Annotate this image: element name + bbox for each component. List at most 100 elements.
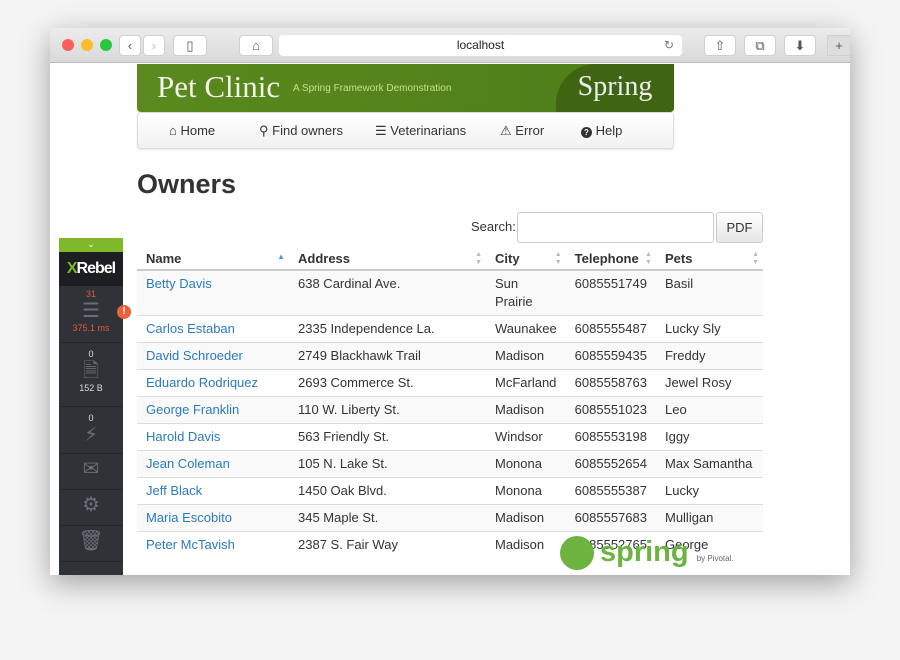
io-section[interactable]: 0 🗎︎ 152 B [59, 343, 123, 407]
url-text: localhost [456, 38, 505, 52]
cell-text: 6085558763 [574, 375, 647, 390]
share-icon[interactable]: ⇧ [704, 35, 736, 56]
header-label: Pets [664, 251, 693, 266]
owner-link[interactable]: Carlos Estaban [146, 321, 235, 336]
cell-city: Monona [486, 450, 566, 478]
page-title: Owners [137, 169, 237, 199]
mail-section[interactable]: ✉︎ [59, 454, 123, 490]
cell-text: 638 Cardinal Ave. [298, 276, 401, 291]
gear-icon: ⚙︎ [82, 494, 100, 516]
column-header-name[interactable]: Name ▲ [137, 248, 289, 271]
cell-pets: Mulligan [655, 504, 763, 532]
cell-address: 2693 Commerce St. [289, 369, 486, 397]
cell-telephone: 6085558763 [565, 369, 656, 397]
database-icon: ☰ [82, 300, 100, 322]
nav-error[interactable]: ⚠ Error [500, 123, 544, 139]
trash-section[interactable]: 🗑︎ [59, 526, 123, 562]
back-button[interactable]: ‹ [119, 35, 141, 56]
home-icon[interactable]: ⌂ [239, 35, 273, 56]
cell-name: Carlos Estaban [137, 315, 289, 343]
maximize-button[interactable] [100, 39, 112, 51]
column-header-address[interactable]: Address ▲ ▼ [289, 248, 486, 271]
table-row: Carlos Estaban 2335 Independence La. Wauna… [137, 315, 763, 343]
cell-text: 1450 Oak Blvd. [298, 483, 387, 498]
owner-link[interactable]: David Schroeder [146, 348, 243, 363]
cell-text: 105 N. Lake St. [298, 456, 388, 471]
xrebel-panel: ⌄ XRebel 31 ☰ 375.1 ms 0 🗎︎ 152 B 0 ⚡︎ ✉… [59, 238, 123, 575]
new-tab-button[interactable]: + [827, 35, 850, 56]
tabs-icon[interactable]: ⧉ [744, 35, 776, 56]
sidebar-icon[interactable]: ▯ [173, 35, 207, 56]
async-count: 0 [88, 413, 94, 423]
cell-city: Sun Prairie [486, 269, 566, 316]
cell-text: 6085555487 [574, 321, 647, 336]
xrebel-logo: XRebel [59, 252, 123, 286]
cell-text: Mulligan [664, 510, 714, 525]
alert-icon[interactable]: ! [117, 305, 131, 319]
download-icon[interactable]: ⬇ [784, 35, 816, 56]
cell-text: Sun Prairie [495, 276, 533, 309]
cell-text: Freddy [664, 348, 706, 363]
cell-address: 2387 S. Fair Way [289, 531, 486, 558]
owners-table: Name ▲ Address ▲ ▼ City ▲ ▼ Telephone ▲ ▼ Pets ▲ ▼ Be… [137, 248, 763, 558]
address-bar[interactable]: localhost ↻ [279, 35, 682, 56]
cell-telephone: 6085551749 [565, 269, 656, 316]
cell-pets: Freddy [655, 342, 763, 370]
cell-name: Harold Davis [137, 423, 289, 451]
cell-text: 6085555387 [574, 483, 647, 498]
owner-link[interactable]: Betty Davis [146, 276, 212, 291]
async-section[interactable]: 0 ⚡︎ [59, 407, 123, 454]
site-subtitle: A Spring Framework Demonstration [293, 83, 452, 94]
nav-veterinarians[interactable]: ☰ Veterinarians [375, 123, 466, 139]
cell-city: Madison [486, 396, 566, 424]
nav-find-owners[interactable]: ⚲ Find owners [259, 123, 343, 139]
owner-link[interactable]: Peter McTavish [146, 537, 235, 552]
io-size: 152 B [79, 383, 103, 393]
header-label: Telephone [574, 251, 639, 266]
cell-city: Madison [486, 531, 566, 558]
minimize-button[interactable] [81, 39, 93, 51]
site-title: Pet Clinic [157, 69, 281, 104]
owner-link[interactable]: Eduardo Rodriquez [146, 375, 258, 390]
reload-icon[interactable]: ↻ [664, 35, 674, 56]
column-header-telephone[interactable]: Telephone ▲ ▼ [565, 248, 656, 271]
cell-city: McFarland [486, 369, 566, 397]
nav-label: Error [515, 123, 545, 138]
cell-pets: Jewel Rosy [655, 369, 763, 397]
site-banner: Pet Clinic A Spring Framework Demonstrat… [137, 64, 674, 112]
column-header-city[interactable]: City ▲ ▼ [486, 248, 566, 271]
browser-window: ‹ › ▯ ⌂ localhost ↻ ⇧ ⧉ ⬇ + Pet Clinic A … [50, 28, 850, 575]
cell-text: 6085557683 [574, 510, 647, 525]
owner-link[interactable]: Jeff Black [146, 483, 202, 498]
cell-telephone: 6085555387 [565, 477, 656, 505]
owner-link[interactable]: Harold Davis [146, 429, 220, 444]
close-button[interactable] [62, 39, 74, 51]
cell-address: 105 N. Lake St. [289, 450, 486, 478]
table-row: Maria Escobito 345 Maple St. Madison 608555… [137, 504, 763, 532]
owner-link[interactable]: George Franklin [146, 402, 239, 417]
cell-name: Eduardo Rodriquez [137, 369, 289, 397]
cell-text: 6085551749 [574, 276, 647, 291]
cell-text: Madison [495, 348, 545, 363]
table-row: Harold Davis 563 Friendly St. Windsor 60855… [137, 423, 763, 451]
cell-city: Waunakee [486, 315, 566, 343]
sort-icon: ▲ ▼ [645, 251, 652, 266]
cell-name: Jean Coleman [137, 450, 289, 478]
nav-help[interactable]: ? Help [581, 123, 622, 138]
cell-telephone: 6085557683 [565, 504, 656, 532]
owner-link[interactable]: Jean Coleman [146, 456, 230, 471]
pdf-button[interactable]: PDF [716, 212, 763, 243]
owner-link[interactable]: Maria Escobito [146, 510, 232, 525]
cell-text: 6085551023 [574, 402, 647, 417]
forward-button[interactable]: › [143, 35, 165, 56]
cell-address: 2335 Independence La. [289, 315, 486, 343]
column-header-pets[interactable]: Pets ▲ ▼ [655, 248, 763, 271]
cell-address: 638 Cardinal Ave. [289, 269, 486, 316]
table-row: Jean Coleman 105 N. Lake St. Monona 6085552… [137, 450, 763, 478]
search-input[interactable] [517, 212, 714, 243]
settings-section[interactable]: ⚙︎ [59, 490, 123, 526]
collapse-chevron-icon[interactable]: ⌄ [59, 238, 123, 252]
cell-text: Lucky [664, 483, 699, 498]
nav-home[interactable]: ⌂ Home [169, 123, 215, 138]
database-section[interactable]: 31 ☰ 375.1 ms [59, 286, 123, 343]
